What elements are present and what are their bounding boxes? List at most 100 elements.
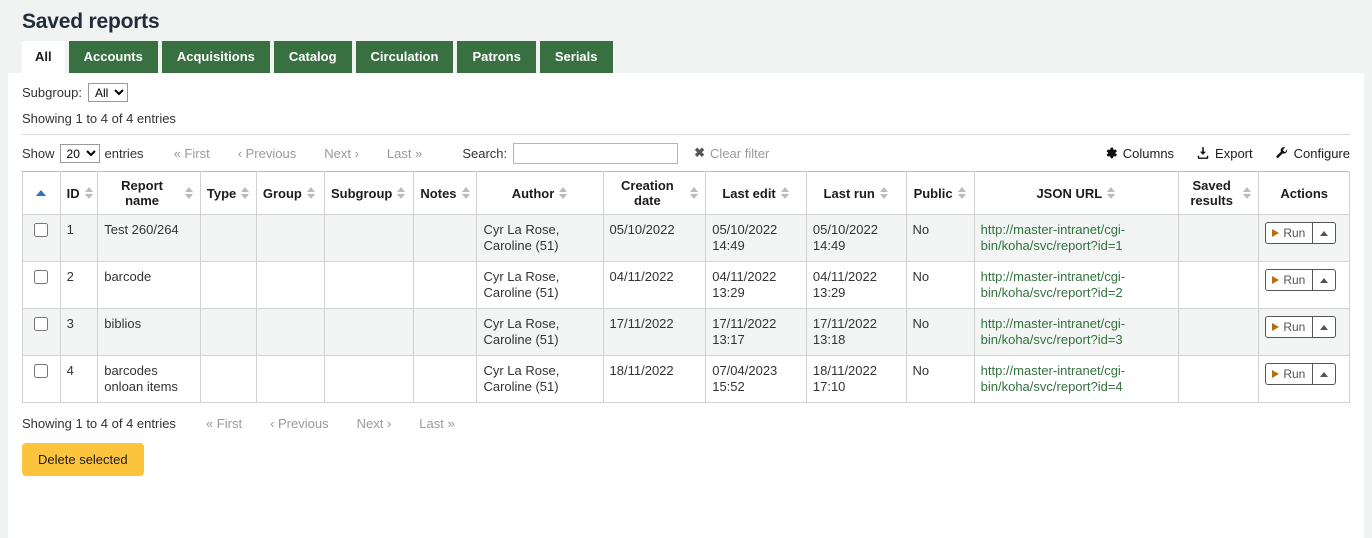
- columns-button[interactable]: Columns: [1104, 146, 1174, 161]
- sort-icon: [397, 186, 406, 200]
- export-button[interactable]: Export: [1196, 146, 1253, 161]
- column-header-author[interactable]: Author: [477, 172, 603, 215]
- play-icon: [1272, 323, 1279, 331]
- run-button[interactable]: Run: [1265, 363, 1313, 385]
- column-header-report-name[interactable]: Report name: [98, 172, 201, 215]
- page-previous-bottom[interactable]: ‹ Previous: [256, 416, 343, 431]
- clear-filter-button[interactable]: ✖ Clear filter: [694, 145, 769, 161]
- run-button-label: Run: [1283, 366, 1305, 382]
- run-button-label: Run: [1283, 225, 1305, 241]
- chevron-up-icon: [1320, 231, 1328, 236]
- tab-circulation[interactable]: Circulation: [356, 41, 454, 73]
- tab-acquisitions[interactable]: Acquisitions: [162, 41, 270, 73]
- column-header-json-url[interactable]: JSON URL: [974, 172, 1178, 215]
- run-dropdown-toggle[interactable]: [1313, 269, 1336, 291]
- column-header-report-name-label: Report name: [104, 178, 180, 208]
- cell-public: No: [906, 262, 974, 309]
- column-header-subgroup[interactable]: Subgroup: [324, 172, 413, 215]
- cell-last-edit: 17/11/2022 13:17: [706, 309, 807, 356]
- row-checkbox[interactable]: [34, 223, 48, 237]
- row-checkbox[interactable]: [34, 270, 48, 284]
- cell-last-edit: 04/11/2022 13:29: [706, 262, 807, 309]
- json-url-link[interactable]: http://master-intranet/cgi-bin/koha/svc/…: [981, 363, 1126, 394]
- column-header-last-edit[interactable]: Last edit: [706, 172, 807, 215]
- json-url-link[interactable]: http://master-intranet/cgi-bin/koha/svc/…: [981, 222, 1126, 253]
- cell-saved-results: [1179, 356, 1259, 403]
- column-header-last-run[interactable]: Last run: [806, 172, 906, 215]
- column-header-creation-date[interactable]: Creation date: [603, 172, 706, 215]
- column-header-notes[interactable]: Notes: [414, 172, 477, 215]
- run-button[interactable]: Run: [1265, 269, 1313, 291]
- run-dropdown-toggle[interactable]: [1313, 316, 1336, 338]
- pagination-bottom-links: « First ‹ Previous Next › Last »: [192, 416, 469, 431]
- cell-id: 4: [60, 356, 98, 403]
- table-row: 2 barcode Cyr La Rose, Caroline (51) 04/…: [23, 262, 1350, 309]
- page-first-bottom-label: First: [217, 416, 242, 431]
- configure-button[interactable]: Configure: [1275, 146, 1350, 161]
- entries-length-control: Show 20 entries: [22, 144, 144, 163]
- entries-select[interactable]: 20: [60, 144, 100, 163]
- column-header-group[interactable]: Group: [256, 172, 324, 215]
- run-button[interactable]: Run: [1265, 316, 1313, 338]
- json-url-link[interactable]: http://master-intranet/cgi-bin/koha/svc/…: [981, 269, 1126, 300]
- tab-serials[interactable]: Serials: [540, 41, 613, 73]
- page-first-bottom[interactable]: « First: [192, 416, 256, 431]
- cell-type: [200, 215, 256, 262]
- page-title: Saved reports: [0, 0, 1372, 40]
- page-next-top[interactable]: Next ›: [310, 146, 373, 161]
- cell-subgroup: [324, 262, 413, 309]
- chevron-up-icon: [1320, 278, 1328, 283]
- cell-actions: Run: [1259, 215, 1350, 262]
- page-last-top[interactable]: Last »: [373, 146, 436, 161]
- tab-all[interactable]: All: [22, 41, 65, 73]
- wrench-icon: [1275, 146, 1289, 160]
- sort-icon: [185, 186, 194, 200]
- page-last-bottom[interactable]: Last »: [405, 416, 468, 431]
- play-icon: [1272, 276, 1279, 284]
- cell-actions: Run: [1259, 356, 1350, 403]
- table-row: 4 barcodes onloan items Cyr La Rose, Car…: [23, 356, 1350, 403]
- run-button-group: Run: [1265, 222, 1336, 244]
- sort-icon: [880, 186, 889, 200]
- column-header-id[interactable]: ID: [60, 172, 98, 215]
- sort-icon: [307, 186, 316, 200]
- page-first-top[interactable]: « First: [160, 146, 224, 161]
- subgroup-select[interactable]: All: [88, 83, 128, 102]
- column-header-author-label: Author: [512, 186, 555, 201]
- column-header-actions: Actions: [1259, 172, 1350, 215]
- column-header-saved-results[interactable]: Saved results: [1179, 172, 1259, 215]
- cell-author: Cyr La Rose, Caroline (51): [477, 215, 603, 262]
- column-header-public[interactable]: Public: [906, 172, 974, 215]
- row-select-cell: [23, 262, 61, 309]
- sort-icon: [85, 186, 94, 200]
- column-header-type[interactable]: Type: [200, 172, 256, 215]
- cell-group: [256, 262, 324, 309]
- cell-last-edit: 07/04/2023 15:52: [706, 356, 807, 403]
- row-checkbox[interactable]: [34, 317, 48, 331]
- cell-group: [256, 309, 324, 356]
- run-button-group: Run: [1265, 269, 1336, 291]
- run-dropdown-toggle[interactable]: [1313, 222, 1336, 244]
- sort-icon: [958, 186, 967, 200]
- search-input[interactable]: [513, 143, 678, 164]
- column-header-select[interactable]: [23, 172, 61, 215]
- page-next-bottom[interactable]: Next ›: [343, 416, 406, 431]
- cell-json-url: http://master-intranet/cgi-bin/koha/svc/…: [974, 309, 1178, 356]
- row-checkbox[interactable]: [34, 364, 48, 378]
- tab-patrons[interactable]: Patrons: [457, 41, 535, 73]
- showing-entries-bottom: Showing 1 to 4 of 4 entries: [22, 416, 176, 431]
- cell-subgroup: [324, 356, 413, 403]
- cell-id: 2: [60, 262, 98, 309]
- cell-saved-results: [1179, 215, 1259, 262]
- column-header-actions-label: Actions: [1280, 186, 1328, 201]
- run-button[interactable]: Run: [1265, 222, 1313, 244]
- run-dropdown-toggle[interactable]: [1313, 363, 1336, 385]
- tab-accounts[interactable]: Accounts: [69, 41, 158, 73]
- cell-last-run: 18/11/2022 17:10: [806, 356, 906, 403]
- cell-report-name: barcodes onloan items: [98, 356, 201, 403]
- page-previous-top[interactable]: ‹ Previous: [224, 146, 311, 161]
- delete-selected-button[interactable]: Delete selected: [22, 443, 144, 476]
- json-url-link[interactable]: http://master-intranet/cgi-bin/koha/svc/…: [981, 316, 1126, 347]
- tab-catalog[interactable]: Catalog: [274, 41, 352, 73]
- run-button-label: Run: [1283, 319, 1305, 335]
